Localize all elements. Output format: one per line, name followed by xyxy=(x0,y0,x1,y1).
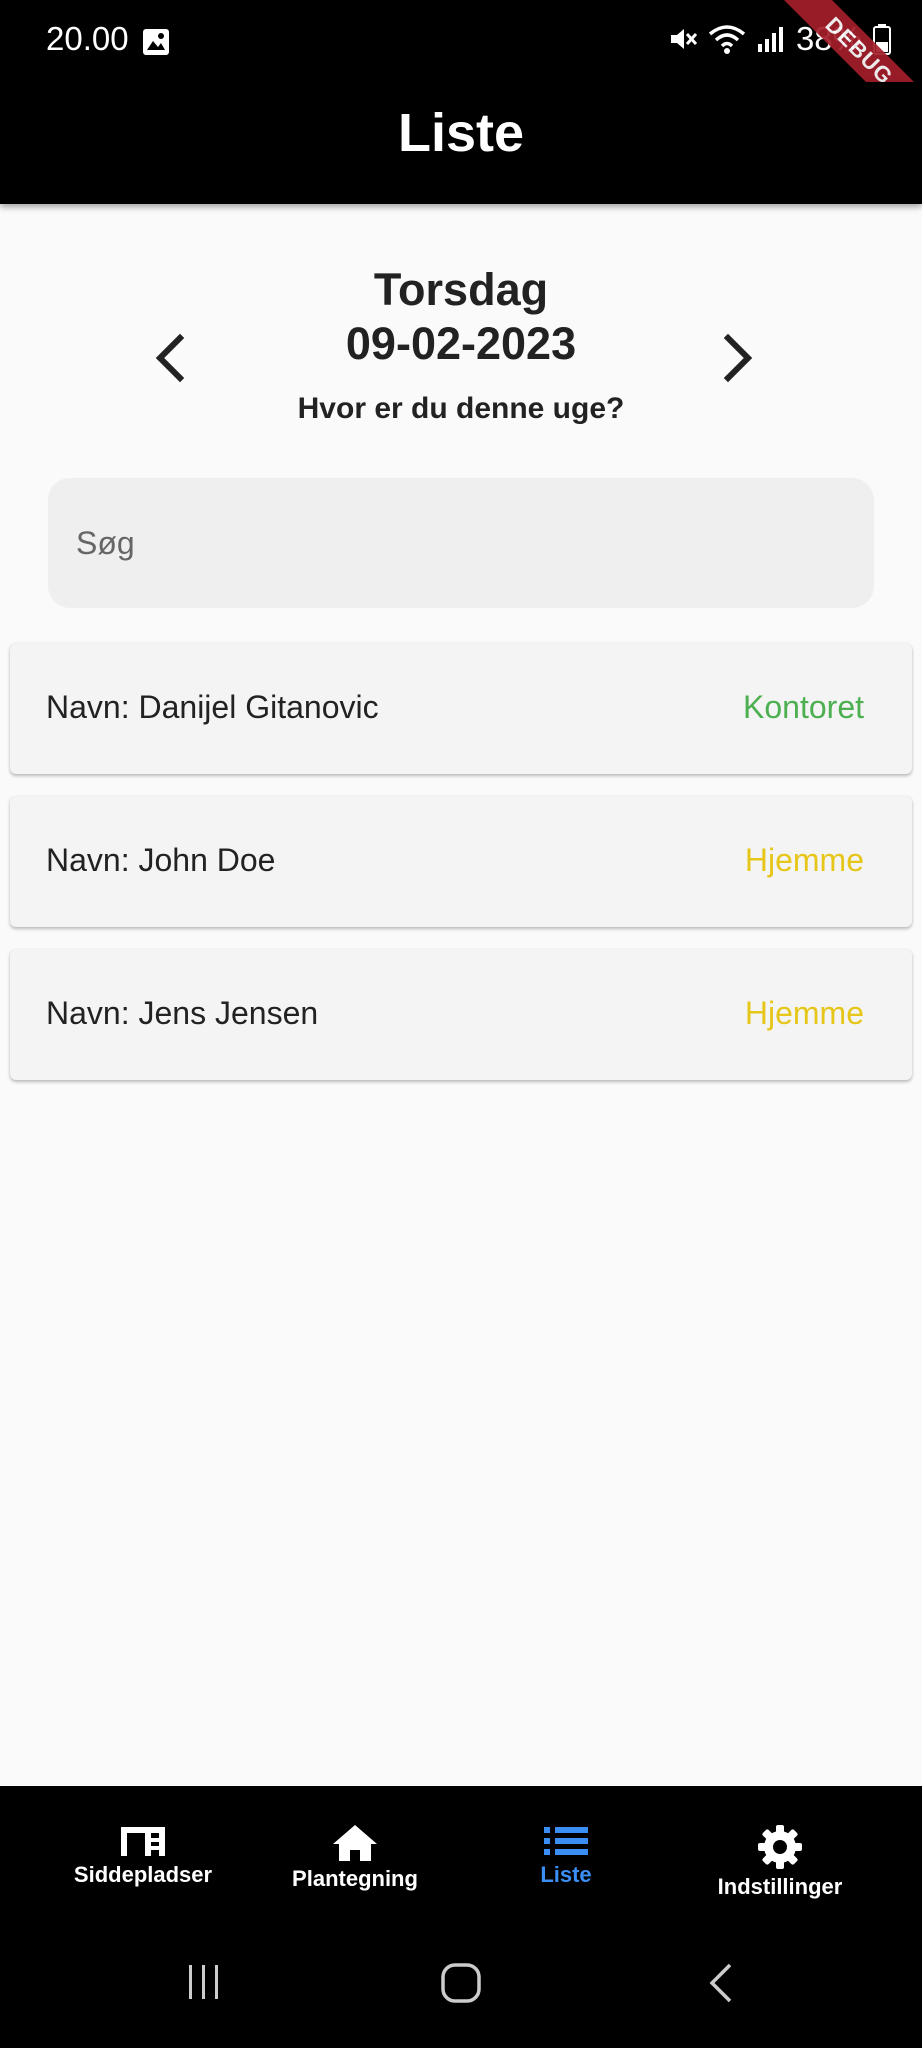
list-item[interactable]: Navn: Jens Jensen Hjemme xyxy=(10,949,912,1080)
week-question: Hvor er du denne uge? xyxy=(297,392,625,425)
people-list: Navn: Danijel Gitanovic Kontoret Navn: J… xyxy=(10,643,912,1102)
desk-icon xyxy=(121,1827,165,1856)
gear-icon xyxy=(758,1825,802,1869)
mute-icon xyxy=(670,29,698,49)
nav-item-plantegning[interactable]: Plantegning xyxy=(280,1786,430,1922)
home-circle-icon[interactable] xyxy=(440,1962,482,2004)
date-label: 09-02-2023 xyxy=(345,318,577,369)
list-item[interactable]: Navn: John Doe Hjemme xyxy=(10,796,912,927)
list-icon xyxy=(544,1827,588,1855)
date-navigator: Torsdag 09-02-2023 Hvor er du denne uge? xyxy=(0,260,922,440)
nav-item-indstillinger[interactable]: Indstillinger xyxy=(700,1786,860,1922)
nav-label: Plantegning xyxy=(292,1866,418,1891)
signal-icon xyxy=(757,27,783,52)
person-name: Navn: John Doe xyxy=(46,842,276,878)
nav-item-liste[interactable]: Liste xyxy=(516,1786,616,1922)
status-bar: 20.00 38% DEBUG xyxy=(0,0,922,152)
person-name: Navn: Danijel Gitanovic xyxy=(46,689,379,725)
wifi-icon xyxy=(708,25,746,54)
person-status: Hjemme xyxy=(744,995,864,1031)
image-icon xyxy=(143,29,169,55)
chevron-right-icon[interactable] xyxy=(706,328,766,388)
nav-item-siddepladser[interactable]: Siddepladser xyxy=(62,1786,224,1922)
page-title: Liste xyxy=(397,103,525,163)
bottom-navigation: Siddepladser Plantegning Liste Indstilli… xyxy=(0,1786,922,1922)
app-bar: Liste xyxy=(0,82,922,204)
home-icon xyxy=(333,1825,377,1861)
list-item[interactable]: Navn: Danijel Gitanovic Kontoret xyxy=(10,643,912,774)
nav-label: Siddepladser xyxy=(73,1862,213,1887)
person-name: Navn: Jens Jensen xyxy=(46,995,319,1031)
person-status: Kontoret xyxy=(743,689,864,725)
status-time: 20.00 xyxy=(46,20,129,57)
chevron-left-icon[interactable] xyxy=(142,328,202,388)
person-status: Hjemme xyxy=(744,842,864,878)
system-navigation xyxy=(0,1922,922,2048)
nav-label: Liste xyxy=(540,1862,592,1887)
nav-label: Indstillinger xyxy=(717,1874,843,1899)
search-input[interactable] xyxy=(48,478,874,608)
recents-icon[interactable] xyxy=(184,1962,224,2002)
back-icon[interactable] xyxy=(706,1962,736,2004)
day-label: Torsdag xyxy=(373,264,549,315)
